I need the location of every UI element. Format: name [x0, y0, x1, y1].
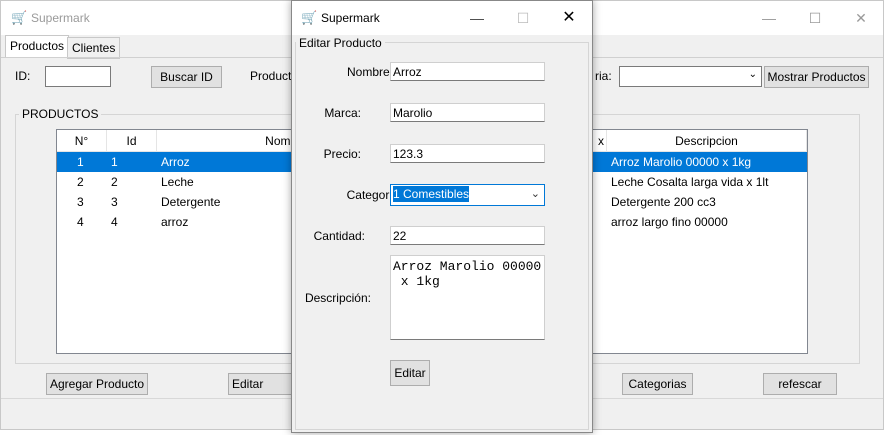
cell-n: 1: [77, 155, 84, 169]
cell-descripcion: Leche Cosalta larga vida x 1lt: [611, 175, 769, 189]
cell-id: 1: [111, 155, 118, 169]
cell-n: 4: [77, 215, 84, 229]
category-label: ria:: [595, 69, 612, 83]
tab-productos[interactable]: Productos: [5, 35, 70, 58]
column-header-n[interactable]: N°: [57, 130, 107, 152]
cart-icon: 🛒: [11, 10, 28, 25]
category-select[interactable]: ⌄: [619, 66, 762, 87]
dialog-minimize-button[interactable]: —: [454, 1, 500, 35]
chevron-down-icon: ⌄: [748, 69, 757, 80]
cell-nombre: arroz: [161, 215, 189, 229]
cart-icon: 🛒: [301, 10, 318, 25]
cell-nombre: Leche: [161, 175, 194, 189]
cell-id: 2: [111, 175, 118, 189]
cell-nombre: Detergente: [161, 195, 221, 209]
cell-id: 4: [111, 215, 118, 229]
tab-clientes[interactable]: Clientes: [67, 37, 121, 59]
add-product-button[interactable]: Agregar Producto: [46, 373, 148, 395]
chevron-down-icon: ⌄: [530, 188, 540, 200]
dialog-close-button[interactable]: ✕: [546, 1, 592, 35]
marca-field[interactable]: Marolio: [390, 103, 545, 122]
dialog-title: Supermark: [321, 11, 380, 25]
editar-button[interactable]: Editar: [390, 360, 430, 386]
cell-id: 3: [111, 195, 118, 209]
refresh-button[interactable]: refescar: [763, 373, 837, 395]
precio-label: Precio:: [323, 147, 361, 161]
descripcion-label: Descripción:: [304, 291, 371, 305]
cell-descripcion: Arroz Marolio 00000 x 1kg: [611, 155, 752, 169]
id-label: ID:: [15, 69, 31, 83]
cantidad-field[interactable]: 22: [390, 226, 545, 245]
minimize-button[interactable]: —: [746, 1, 792, 35]
nombre-label: Nombre:: [346, 65, 393, 79]
dialog-titlebar: 🛒 Supermark — ☐ ✕: [292, 1, 592, 35]
close-button[interactable]: ✕: [838, 1, 884, 35]
maximize-button[interactable]: ☐: [792, 1, 838, 35]
search-id-button[interactable]: Buscar ID: [151, 66, 222, 88]
marca-label: Marca:: [324, 106, 361, 120]
id-input[interactable]: [45, 66, 111, 87]
nombre-field[interactable]: Arroz: [390, 62, 545, 81]
dialog-maximize-button[interactable]: ☐: [500, 1, 546, 35]
descripcion-textarea[interactable]: Arroz Marolio 00000 x 1kg: [390, 255, 545, 340]
cell-nombre: Arroz: [161, 155, 190, 169]
column-header-descripcion[interactable]: Descripcion: [607, 130, 807, 152]
categoria-select[interactable]: 1 Comestibles ⌄: [390, 184, 545, 206]
edit-product-dialog: 🛒 Supermark — ☐ ✕ Editar Producto Nombre…: [291, 0, 593, 433]
cell-descripcion: arroz largo fino 00000: [611, 215, 728, 229]
edit-product-group-label: Editar Producto: [296, 36, 385, 50]
cell-n: 2: [77, 175, 84, 189]
products-group-label: PRODUCTOS: [19, 107, 102, 121]
cantidad-label: Cantidad:: [313, 229, 365, 243]
precio-field[interactable]: 123.3: [390, 144, 545, 163]
product-label: Product: [250, 69, 292, 83]
edit-product-button[interactable]: Editar Produ: [228, 373, 298, 395]
column-header-id[interactable]: Id: [107, 130, 157, 152]
cell-n: 3: [77, 195, 84, 209]
cell-descripcion: Detergente 200 cc3: [611, 195, 716, 209]
categories-button[interactable]: Categorias: [622, 373, 693, 395]
main-window-title: Supermark: [31, 11, 90, 25]
show-products-button[interactable]: Mostrar Productos: [764, 66, 869, 88]
